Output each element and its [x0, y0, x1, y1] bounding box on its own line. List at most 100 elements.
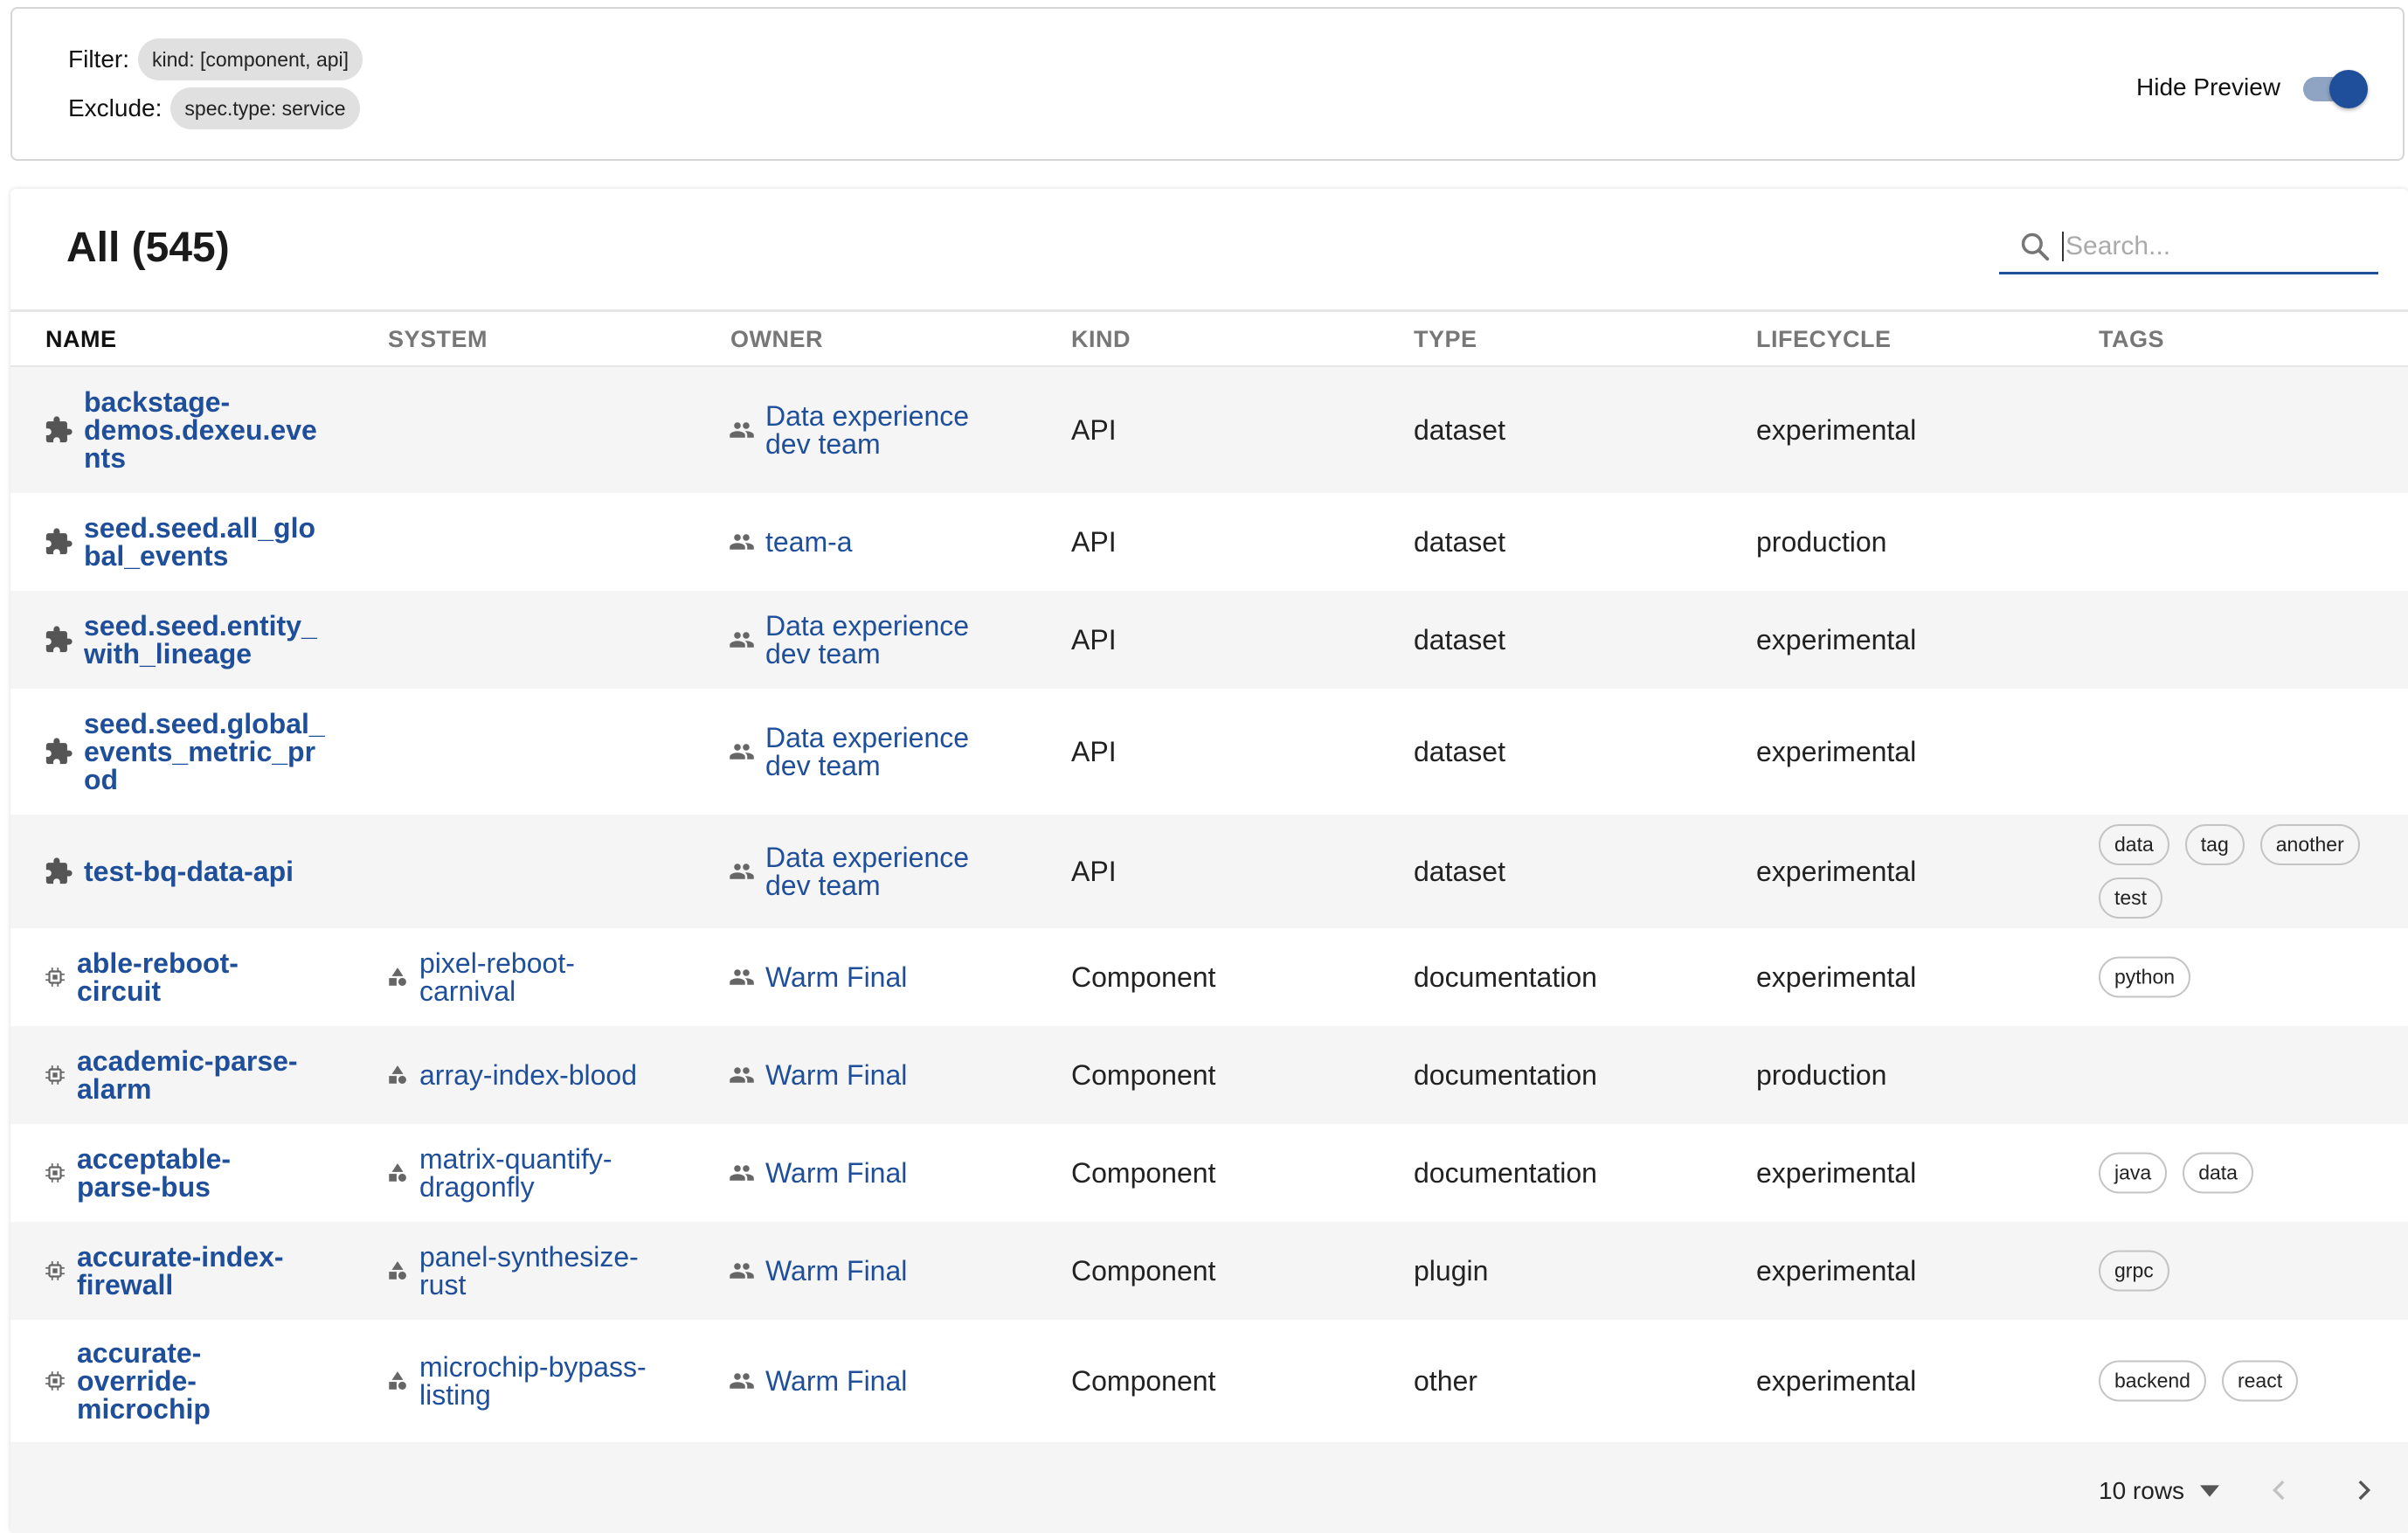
puzzle-icon	[44, 737, 73, 766]
entity-name-link[interactable]: seed.seed.entity_ with_lineage	[84, 612, 337, 668]
chevron-left-icon[interactable]	[2265, 1475, 2294, 1505]
tag-chip[interactable]: grpc	[2099, 1250, 2169, 1292]
column-header-name[interactable]: NAME	[45, 326, 117, 353]
text-line: Data experience	[765, 400, 970, 432]
text-line: listing	[419, 1379, 491, 1411]
text-line: Data experience	[765, 722, 970, 753]
table-row: seed.seed.entity_ with_lineage Data experi…	[10, 591, 2408, 689]
name-cell: academic-parse-alarm	[44, 1047, 330, 1103]
group-icon	[729, 1160, 755, 1186]
chip-icon	[44, 1064, 66, 1086]
column-header-type[interactable]: TYPE	[1414, 326, 1477, 353]
exclude-label: Exclude:	[68, 94, 163, 121]
tags-cell: backend react	[2099, 1360, 2361, 1402]
column-header-tags[interactable]: TAGS	[2099, 326, 2164, 353]
system-link[interactable]: panel-synthesize-rust	[419, 1243, 682, 1299]
text-line: circuit	[77, 975, 162, 1007]
entity-name-link[interactable]: accurate-override-microchip	[77, 1339, 330, 1423]
column-header-owner[interactable]: OWNER	[730, 326, 823, 353]
text-line: dragonfly	[419, 1171, 535, 1203]
column-header-lifecycle[interactable]: LIFECYCLE	[1756, 326, 1892, 353]
type-cell: other	[1414, 1365, 1477, 1397]
chip-icon	[44, 1259, 66, 1282]
type-cell: dataset	[1414, 414, 1505, 446]
column-header-system[interactable]: SYSTEM	[388, 326, 488, 353]
kind-cell: API	[1071, 856, 1117, 887]
entity-name-link[interactable]: acceptable-parse-bus	[77, 1145, 330, 1201]
filter-panel: Filter: kind: [component, api] Exclude: …	[10, 7, 2405, 161]
kind-cell: API	[1071, 624, 1117, 656]
tags-cell: data tag another test	[2099, 824, 2361, 919]
tag-chip[interactable]: backend	[2099, 1360, 2206, 1402]
group-icon	[729, 417, 755, 443]
tag-chip[interactable]: python	[2099, 956, 2191, 998]
owner-cell: Warm Final	[729, 1367, 1028, 1395]
system-link[interactable]: array-index-blood	[419, 1061, 682, 1089]
exclude-chip[interactable]: spec.type: service	[170, 87, 360, 129]
kind-cell: Component	[1071, 1255, 1216, 1287]
filter-row: Filter: kind: [component, api]	[68, 38, 363, 80]
entity-name-link[interactable]: backstage-demos.dexeu.eve nts	[84, 388, 337, 472]
entity-name-link[interactable]: academic-parse-alarm	[77, 1047, 330, 1103]
owner-link[interactable]: Warm Final	[765, 1367, 1028, 1395]
owner-link[interactable]: Warm Final	[765, 1159, 1028, 1187]
search-input[interactable]	[2062, 231, 2359, 261]
name-cell: acceptable-parse-bus	[44, 1145, 330, 1201]
chevron-right-icon[interactable]	[2349, 1475, 2378, 1505]
entity-name-link[interactable]: test-bq-data-api	[84, 857, 337, 885]
kind-cell: API	[1071, 414, 1117, 446]
name-cell: accurate-index-firewall	[44, 1243, 330, 1299]
entity-name-link[interactable]: seed.seed.global_ events_metric_pr od	[84, 710, 337, 794]
table-row: able-reboot-circuit pixel-reboot-carnival…	[10, 928, 2408, 1026]
exclude-row: Exclude: spec.type: service	[68, 87, 360, 129]
entity-name-link[interactable]: able-reboot-circuit	[77, 949, 330, 1005]
text-line: pixel-reboot-	[419, 947, 575, 979]
lifecycle-cell: experimental	[1756, 736, 1917, 767]
system-link[interactable]: matrix-quantify-dragonfly	[419, 1145, 682, 1201]
owner-link[interactable]: Data experience dev team	[765, 724, 1028, 780]
name-cell: test-bq-data-api	[44, 857, 337, 886]
system-link[interactable]: pixel-reboot-carnival	[419, 949, 682, 1005]
owner-link[interactable]: Warm Final	[765, 1257, 1028, 1285]
entity-name-link[interactable]: seed.seed.all_glo bal_events	[84, 514, 337, 570]
text-line: able-reboot-	[77, 947, 239, 979]
text-line: Warm Final	[765, 1255, 908, 1287]
tag-chip[interactable]: test	[2099, 877, 2163, 919]
owner-link[interactable]: team-a	[765, 528, 1028, 556]
text-line: microchip-bypass-	[419, 1351, 647, 1383]
filter-label: Filter:	[68, 45, 129, 73]
tag-chip[interactable]: another	[2259, 824, 2360, 865]
rows-per-page-select[interactable]: 10 rows	[2099, 1477, 2220, 1505]
text-line: carnival	[419, 975, 516, 1007]
tag-chip[interactable]: tag	[2184, 824, 2245, 865]
entity-name-link[interactable]: accurate-index-firewall	[77, 1243, 330, 1299]
type-cell: documentation	[1414, 1059, 1597, 1091]
owner-link[interactable]: Data experience dev team	[765, 612, 1028, 668]
hide-preview-toggle[interactable]	[2300, 70, 2368, 108]
search-icon	[2021, 232, 2050, 260]
tag-chip[interactable]: data	[2183, 1152, 2253, 1194]
owner-cell: team-a	[729, 528, 1028, 556]
filter-chip[interactable]: kind: [component, api]	[138, 38, 363, 80]
owner-link[interactable]: Warm Final	[765, 1061, 1028, 1089]
system-icon	[386, 966, 409, 988]
type-cell: plugin	[1414, 1255, 1489, 1287]
text-line: seed.seed.entity_	[84, 610, 317, 642]
system-cell: pixel-reboot-carnival	[386, 949, 682, 1005]
system-link[interactable]: microchip-bypass-listing	[419, 1353, 682, 1409]
group-icon	[729, 627, 755, 653]
text-line: rust	[419, 1269, 467, 1301]
owner-cell: Warm Final	[729, 1257, 1028, 1285]
owner-link[interactable]: Warm Final	[765, 963, 1028, 991]
column-header-kind[interactable]: KIND	[1071, 326, 1131, 353]
text-line: Warm Final	[765, 1157, 908, 1189]
tag-chip[interactable]: data	[2099, 824, 2169, 865]
tag-chip[interactable]: react	[2221, 1360, 2299, 1402]
owner-link[interactable]: Data experience dev team	[765, 402, 1028, 458]
kind-cell: Component	[1071, 1365, 1216, 1397]
group-icon	[729, 529, 755, 555]
group-icon	[729, 1258, 755, 1284]
owner-link[interactable]: Data experience dev team	[765, 843, 1028, 899]
type-cell: dataset	[1414, 624, 1505, 656]
tag-chip[interactable]: java	[2099, 1152, 2168, 1194]
